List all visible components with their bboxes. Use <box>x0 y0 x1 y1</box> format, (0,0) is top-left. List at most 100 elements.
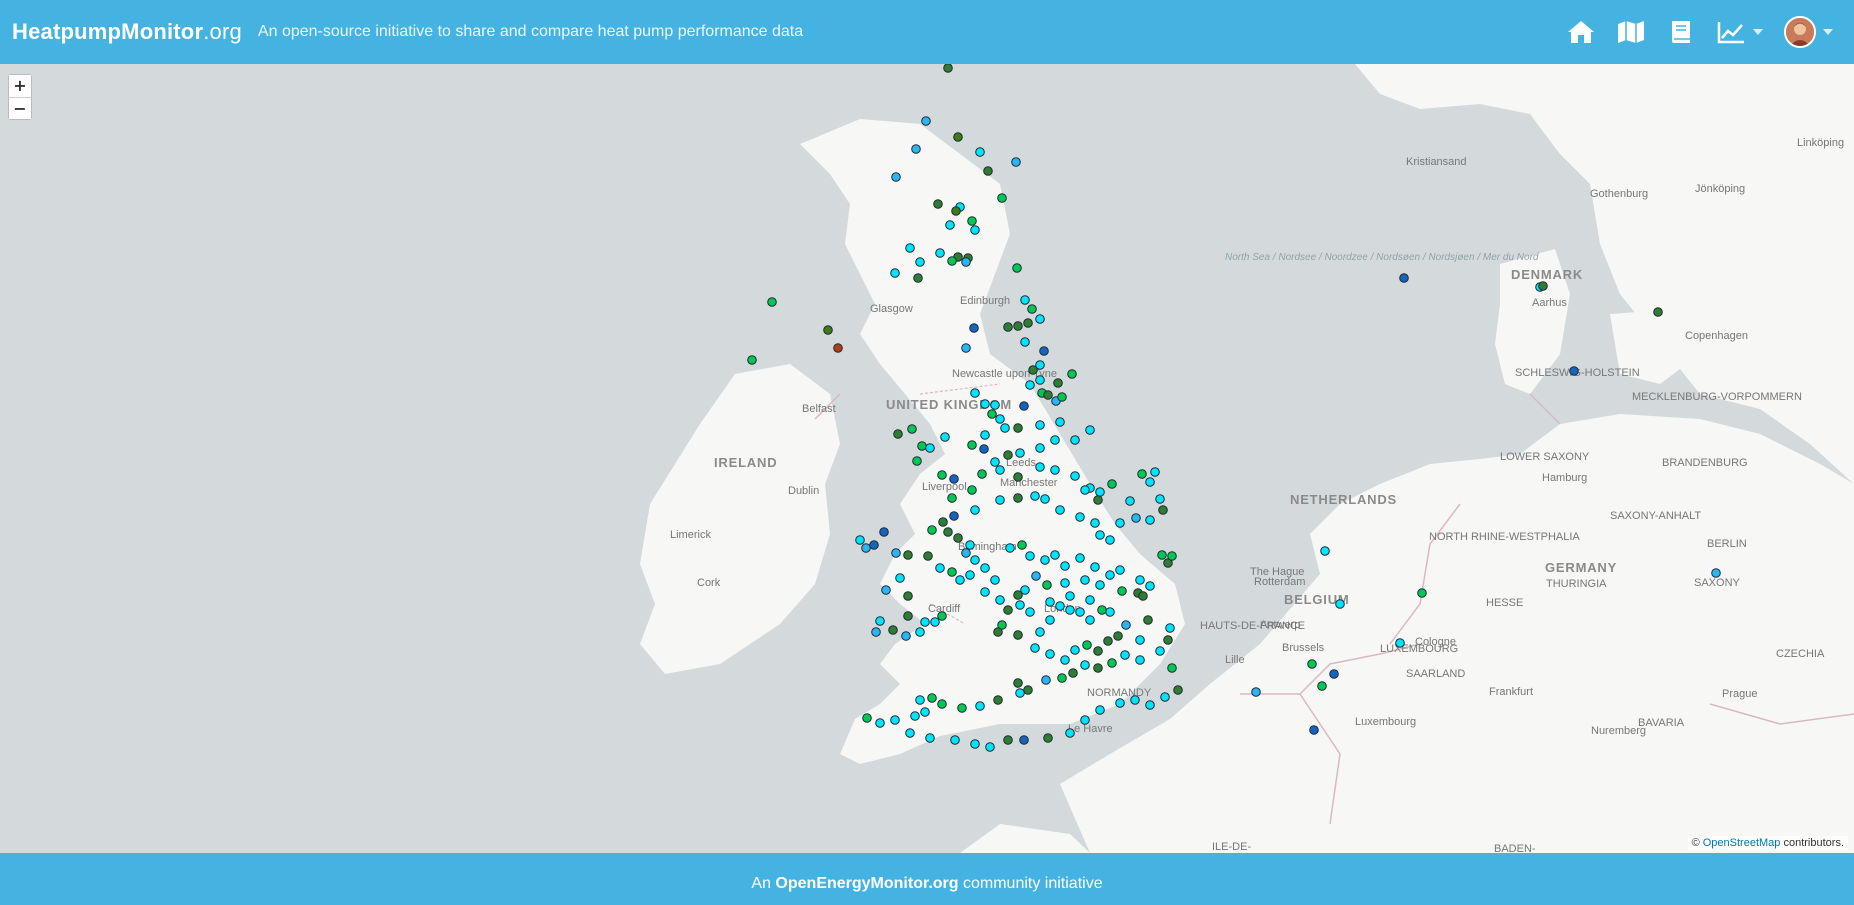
heatpump-marker[interactable] <box>943 64 953 73</box>
heatpump-marker[interactable] <box>1131 513 1141 523</box>
heatpump-marker[interactable] <box>1093 663 1103 673</box>
heatpump-marker[interactable] <box>1160 692 1170 702</box>
heatpump-marker[interactable] <box>1020 295 1030 305</box>
heatpump-marker[interactable] <box>938 517 948 527</box>
heatpump-marker[interactable] <box>1060 578 1070 588</box>
heatpump-marker[interactable] <box>1158 505 1168 515</box>
heatpump-marker[interactable] <box>951 206 961 216</box>
heatpump-marker[interactable] <box>965 570 975 580</box>
heatpump-marker[interactable] <box>983 166 993 176</box>
heatpump-marker[interactable] <box>1115 698 1125 708</box>
heatpump-marker[interactable] <box>1035 462 1045 472</box>
heatpump-marker[interactable] <box>1013 472 1023 482</box>
heatpump-marker[interactable] <box>1155 646 1165 656</box>
heatpump-marker[interactable] <box>979 444 989 454</box>
heatpump-marker[interactable] <box>891 172 901 182</box>
heatpump-marker[interactable] <box>1013 590 1023 600</box>
heatpump-marker[interactable] <box>921 116 931 126</box>
heatpump-marker[interactable] <box>1025 380 1035 390</box>
heatpump-marker[interactable] <box>967 440 977 450</box>
heatpump-marker[interactable] <box>915 695 925 705</box>
heatpump-marker[interactable] <box>1080 575 1090 585</box>
heatpump-marker[interactable] <box>1090 562 1100 572</box>
heatpump-marker[interactable] <box>1093 646 1103 656</box>
heatpump-marker[interactable] <box>1060 655 1070 665</box>
heatpump-marker[interactable] <box>1130 695 1140 705</box>
heatpump-marker[interactable] <box>970 225 980 235</box>
heatpump-marker[interactable] <box>905 728 915 738</box>
heatpump-marker[interactable] <box>1003 735 1013 745</box>
map-view[interactable]: UNITED KINGDOM IRELAND NETHERLANDS BELGI… <box>0 64 1854 853</box>
heatpump-marker[interactable] <box>893 429 903 439</box>
heatpump-marker[interactable] <box>915 627 925 637</box>
heatpump-marker[interactable] <box>903 550 913 560</box>
heatpump-marker[interactable] <box>1035 627 1045 637</box>
heatpump-marker[interactable] <box>970 388 980 398</box>
heatpump-marker[interactable] <box>1135 575 1145 585</box>
heatpump-marker[interactable] <box>970 505 980 515</box>
heatpump-marker[interactable] <box>871 627 881 637</box>
heatpump-marker[interactable] <box>1023 318 1033 328</box>
heatpump-marker[interactable] <box>1095 705 1105 715</box>
heatpump-marker[interactable] <box>1143 615 1153 625</box>
heatpump-marker[interactable] <box>1040 494 1050 504</box>
heatpump-marker[interactable] <box>1145 515 1155 525</box>
home-icon[interactable] <box>1566 17 1596 47</box>
heatpump-marker[interactable] <box>1095 487 1105 497</box>
heatpump-marker[interactable] <box>1135 635 1145 645</box>
heatpump-marker[interactable] <box>1107 479 1117 489</box>
heatpump-marker[interactable] <box>1115 565 1125 575</box>
heatpump-marker[interactable] <box>1050 435 1060 445</box>
heatpump-marker[interactable] <box>879 527 889 537</box>
heatpump-marker[interactable] <box>1019 401 1029 411</box>
heatpump-marker[interactable] <box>1090 518 1100 528</box>
heatpump-marker[interactable] <box>1057 673 1067 683</box>
heatpump-marker[interactable] <box>1035 420 1045 430</box>
heatpump-marker[interactable] <box>970 739 980 749</box>
heatpump-marker[interactable] <box>1080 660 1090 670</box>
heatpump-marker[interactable] <box>862 713 872 723</box>
heatpump-marker[interactable] <box>747 355 757 365</box>
heatpump-marker[interactable] <box>961 257 971 267</box>
heatpump-marker[interactable] <box>1013 678 1023 688</box>
heatpump-marker[interactable] <box>1015 688 1025 698</box>
heatpump-marker[interactable] <box>953 132 963 142</box>
heatpump-marker[interactable] <box>1135 655 1145 665</box>
heatpump-marker[interactable] <box>947 493 957 503</box>
heatpump-marker[interactable] <box>1145 477 1155 487</box>
site-logo[interactable]: HeatpumpMonitor.org <box>12 19 242 45</box>
heatpump-marker[interactable] <box>1000 423 1010 433</box>
heatpump-marker[interactable] <box>901 631 911 641</box>
heatpump-marker[interactable] <box>961 548 971 558</box>
heatpump-marker[interactable] <box>890 268 900 278</box>
heatpump-marker[interactable] <box>1025 607 1035 617</box>
heatpump-marker[interactable] <box>920 707 930 717</box>
heatpump-marker[interactable] <box>1013 423 1023 433</box>
avatar[interactable] <box>1784 16 1816 48</box>
chart-line-icon[interactable] <box>1716 17 1746 47</box>
openstreetmap-link[interactable]: OpenStreetMap <box>1703 837 1781 849</box>
heatpump-marker[interactable] <box>1041 675 1051 685</box>
heatpump-marker[interactable] <box>823 325 833 335</box>
heatpump-marker[interactable] <box>949 474 959 484</box>
heatpump-marker[interactable] <box>1167 663 1177 673</box>
heatpump-marker[interactable] <box>895 573 905 583</box>
heatpump-marker[interactable] <box>1025 551 1035 561</box>
heatpump-marker[interactable] <box>875 718 885 728</box>
heatpump-marker[interactable] <box>1012 263 1022 273</box>
heatpump-marker[interactable] <box>935 248 945 258</box>
heatpump-marker[interactable] <box>925 733 935 743</box>
heatpump-marker[interactable] <box>1003 605 1013 615</box>
heatpump-marker[interactable] <box>1055 505 1065 515</box>
heatpump-marker[interactable] <box>1030 491 1040 501</box>
zoom-in-button[interactable]: + <box>9 75 31 97</box>
heatpump-marker[interactable] <box>1019 735 1029 745</box>
heatpump-marker[interactable] <box>1653 307 1663 317</box>
heatpump-marker[interactable] <box>1055 601 1065 611</box>
heatpump-marker[interactable] <box>1080 485 1090 495</box>
heatpump-marker[interactable] <box>980 563 990 573</box>
heatpump-marker[interactable] <box>930 617 940 627</box>
heatpump-marker[interactable] <box>1013 630 1023 640</box>
heatpump-marker[interactable] <box>977 469 987 479</box>
heatpump-marker[interactable] <box>1040 555 1050 565</box>
